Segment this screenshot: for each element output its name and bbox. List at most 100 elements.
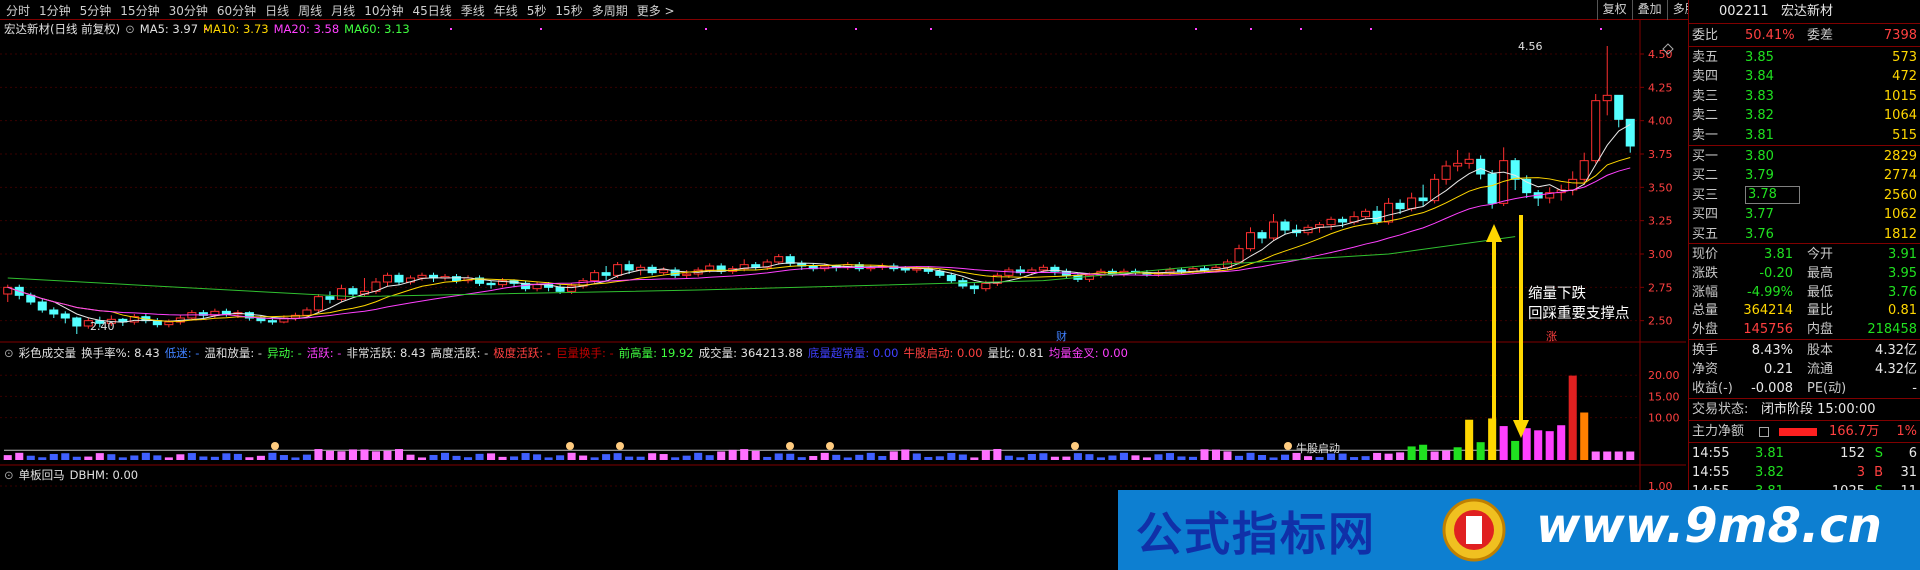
expand-icon[interactable] bbox=[1759, 427, 1769, 437]
volume-bar bbox=[797, 457, 806, 460]
volume-bar bbox=[348, 449, 357, 460]
volume-bar bbox=[728, 449, 737, 460]
period-tabs: 分时 1分钟 5分钟 15分钟 30分钟 60分钟 日线 周线 月线 10分钟 45日线 季线 年线 5秒… bbox=[6, 0, 684, 20]
period-tab-8[interactable]: 月线 bbox=[331, 2, 355, 19]
high-price-label: 4.56 bbox=[1518, 40, 1543, 53]
volume-bar bbox=[1200, 449, 1209, 460]
volume-bar bbox=[1188, 456, 1198, 460]
tool-button-0[interactable]: 复权 bbox=[1596, 0, 1632, 20]
period-tab-9[interactable]: 10分钟 bbox=[364, 2, 403, 19]
period-tab-0[interactable]: 分时 bbox=[6, 2, 30, 19]
volume-bar bbox=[786, 453, 795, 460]
signal-dot bbox=[705, 28, 707, 30]
period-tab-10[interactable]: 45日线 bbox=[412, 2, 451, 19]
price-axis-label: 2.50 bbox=[1648, 315, 1673, 328]
candle-body bbox=[1614, 94, 1624, 120]
period-tab-3[interactable]: 15分钟 bbox=[120, 2, 159, 19]
volume-bar bbox=[751, 450, 760, 460]
vol-legend-item-15: 均量金叉: 0.00 bbox=[1048, 346, 1128, 360]
ma20-line bbox=[7, 167, 1631, 320]
volume-bar bbox=[1142, 457, 1151, 460]
volume-bar bbox=[1557, 425, 1566, 460]
settings-icon[interactable]: ⊙ bbox=[4, 468, 14, 482]
volume-bar bbox=[1246, 452, 1255, 460]
candle-body bbox=[900, 268, 910, 271]
period-tab-13[interactable]: 5秒 bbox=[527, 2, 547, 19]
chart-area[interactable]: 2.50 2.75 3.00 3.25 3.50 3.75 4.00 4.25 4.50 20.0… bbox=[0, 20, 1686, 570]
period-tab-6[interactable]: 日线 bbox=[265, 2, 289, 19]
vol-legend-item-12: 底量超常量: 0.00 bbox=[807, 346, 899, 360]
candle-body bbox=[981, 282, 991, 290]
volume-bar bbox=[705, 455, 714, 460]
vol-legend-item-5: 活跃: - bbox=[306, 346, 342, 360]
period-tab-11[interactable]: 季线 bbox=[461, 2, 485, 19]
candle-body bbox=[1338, 218, 1348, 223]
volume-bar bbox=[383, 450, 392, 460]
candle-body bbox=[49, 309, 59, 315]
period-tab-15[interactable]: 多周期 bbox=[592, 2, 628, 19]
volume-bar bbox=[475, 453, 484, 460]
period-tab-16[interactable]: 更多 > bbox=[637, 2, 675, 19]
period-tab-2[interactable]: 5分钟 bbox=[80, 2, 112, 19]
volume-bar bbox=[1522, 428, 1531, 460]
candle-body bbox=[1326, 218, 1336, 226]
candle-body bbox=[624, 264, 634, 271]
ma5-label: MA5: 3.97 bbox=[139, 22, 199, 36]
volume-bar bbox=[1119, 452, 1128, 460]
volume-bar bbox=[1568, 375, 1577, 460]
period-tab-14[interactable]: 15秒 bbox=[555, 2, 582, 19]
volume-bar bbox=[1281, 454, 1290, 460]
candle-body bbox=[417, 274, 427, 279]
volume-bar bbox=[256, 455, 265, 460]
price-axis-label: 3.50 bbox=[1648, 181, 1673, 194]
volume-bar bbox=[1050, 456, 1059, 460]
watermark-banner: 公式指标网 www.9m8.cn bbox=[1118, 490, 1920, 570]
sell-level-3: 卖三 3.83 1015 bbox=[1692, 88, 1917, 104]
ma60-label: MA60: 3.13 bbox=[344, 22, 410, 36]
volume-bar bbox=[1350, 457, 1359, 460]
settings-icon[interactable]: ⊙ bbox=[125, 22, 135, 36]
kline-chart[interactable]: 2.50 2.75 3.00 3.25 3.50 3.75 4.00 4.25 4.50 20.0… bbox=[0, 20, 1686, 570]
volume-bar bbox=[809, 455, 818, 460]
signal-dot bbox=[1195, 28, 1197, 30]
price-axis-label: 4.00 bbox=[1648, 115, 1673, 128]
volume-bar bbox=[1419, 444, 1428, 460]
volume-bar bbox=[1430, 451, 1439, 460]
vol-legend-item-0: 彩色成交量 bbox=[18, 346, 77, 360]
stock-header: 002211 宏达新材 bbox=[1689, 2, 1920, 21]
dbhm-value: DBHM: 0.00 bbox=[69, 468, 139, 482]
period-tab-12[interactable]: 年线 bbox=[494, 2, 518, 19]
sell-level-1: 卖一 3.81 515 bbox=[1692, 127, 1917, 143]
candle-body bbox=[1418, 197, 1428, 202]
stat2-row-0: 换手 8.43% 股本 4.32亿 bbox=[1692, 343, 1917, 358]
quote-panel: 002211 宏达新材 委比 50.41% 委差 7398 卖五 3.85 573 卖… bbox=[1688, 0, 1920, 570]
signal-dot bbox=[1300, 28, 1302, 30]
volume-bar bbox=[452, 455, 461, 460]
candle-body bbox=[705, 265, 715, 271]
volume-bar bbox=[429, 454, 438, 460]
period-tab-4[interactable]: 30分钟 bbox=[169, 2, 208, 19]
volume-bar bbox=[1476, 442, 1485, 460]
volume-bar bbox=[464, 457, 473, 460]
volume-bar bbox=[95, 453, 104, 460]
price-axis-label: 2.75 bbox=[1648, 281, 1673, 294]
vol-axis-label: 10.00 bbox=[1648, 412, 1680, 425]
candle-body bbox=[1038, 266, 1048, 271]
settings-icon[interactable]: ⊙ bbox=[4, 346, 14, 360]
period-tab-1[interactable]: 1分钟 bbox=[39, 2, 71, 19]
period-tab-5[interactable]: 60分钟 bbox=[217, 2, 256, 19]
candle-body bbox=[1464, 158, 1474, 164]
volume-bar bbox=[912, 453, 921, 460]
stock-name: 宏达新材 bbox=[1781, 4, 1834, 19]
volume-bar bbox=[199, 456, 208, 460]
candle-body bbox=[164, 321, 174, 326]
volume-bar bbox=[302, 454, 311, 460]
price-axis-label: 3.25 bbox=[1648, 215, 1673, 228]
volume-bar bbox=[325, 450, 334, 460]
candle-body bbox=[60, 313, 70, 319]
vol-legend-item-2: 低迷: - bbox=[164, 346, 200, 360]
volume-bar bbox=[279, 455, 288, 460]
volume-bar bbox=[291, 457, 300, 460]
tool-button-1[interactable]: 叠加 bbox=[1631, 0, 1667, 20]
period-tab-7[interactable]: 周线 bbox=[298, 2, 322, 19]
